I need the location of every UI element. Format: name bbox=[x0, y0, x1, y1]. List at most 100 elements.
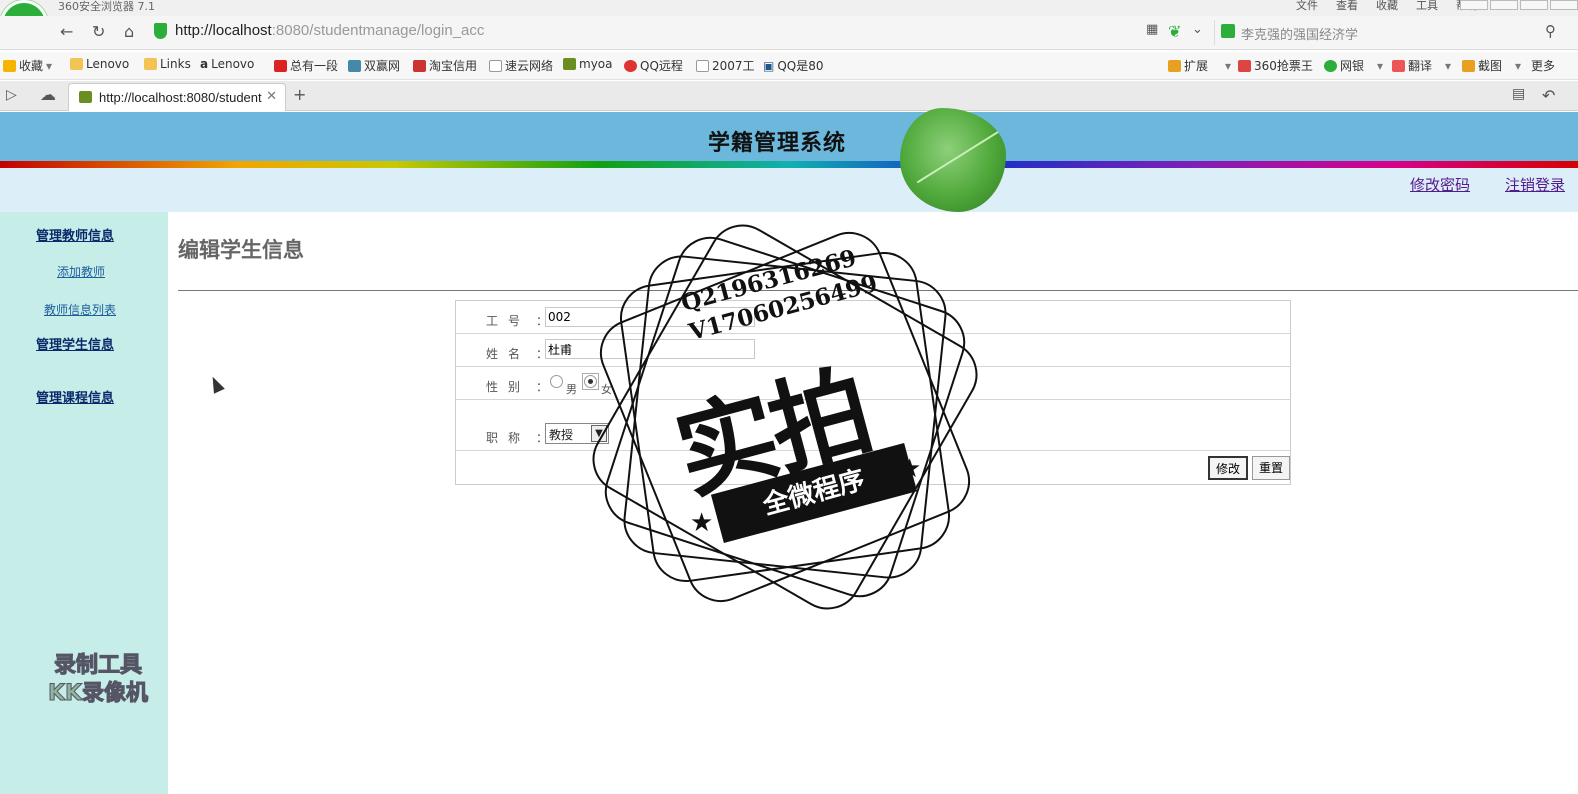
maximize-button[interactable] bbox=[1520, 0, 1548, 10]
bookmark-myoa[interactable]: myoa bbox=[563, 57, 613, 71]
bookmark-favorites[interactable]: 收藏 ▾ bbox=[3, 57, 52, 74]
minimize-button[interactable] bbox=[1490, 0, 1518, 10]
toolbar-extensions[interactable]: 扩展 ▾ bbox=[1168, 57, 1231, 74]
toolbar-label: 网银 bbox=[1340, 59, 1365, 73]
tab-current[interactable]: http://localhost:8080/student ✕ bbox=[68, 83, 286, 111]
gender-female-radio[interactable] bbox=[584, 375, 597, 388]
cloud-icon[interactable]: ☁ bbox=[40, 85, 56, 104]
leaf-decoration bbox=[900, 108, 1006, 212]
tab-bar: ▷ ☁ http://localhost:8080/student ✕ + ▤ … bbox=[0, 81, 1578, 111]
title-select-value: 教授 bbox=[549, 428, 574, 442]
back-arrow-icon[interactable]: ← bbox=[60, 22, 73, 41]
gender-label: 性别 bbox=[486, 380, 531, 394]
browser-title-bar: 360安全浏览器 7.1 文件 查看 收藏 工具 帮助 bbox=[0, 0, 1578, 16]
close-window-button[interactable] bbox=[1550, 0, 1578, 10]
gender-male-radio[interactable] bbox=[550, 375, 563, 388]
menu-view[interactable]: 查看 bbox=[1336, 0, 1358, 13]
navigation-bar: ← ↻ ⌂ http://localhost:8080/studentmanag… bbox=[0, 16, 1578, 50]
tab-label: http://localhost:8080/student bbox=[99, 90, 262, 105]
toolbar-translate[interactable]: 翻译 ▾ bbox=[1392, 57, 1451, 74]
sidebar-toggle-icon[interactable]: ▷ bbox=[6, 87, 17, 103]
image-icon bbox=[563, 58, 576, 70]
refresh-icon[interactable]: ↻ bbox=[92, 22, 105, 41]
chevron-down-icon[interactable]: ⌄ bbox=[1192, 22, 1203, 37]
qr-code-icon[interactable]: ▦ bbox=[1146, 22, 1158, 37]
undo-close-icon[interactable]: ↶ bbox=[1542, 86, 1555, 105]
bookmark-label: 总有一段 bbox=[290, 59, 339, 73]
toolbar-more[interactable]: 更多 bbox=[1531, 57, 1555, 74]
bookmark-lenovo-folder[interactable]: Lenovo bbox=[70, 57, 129, 71]
bookmark-label: myoa bbox=[579, 57, 613, 71]
bookmark-label: 双赢网 bbox=[364, 59, 401, 73]
home-icon[interactable]: ⌂ bbox=[124, 22, 134, 41]
sidebar-teacher-list[interactable]: 教师信息列表 bbox=[44, 301, 116, 318]
window-menu: 文件 查看 收藏 工具 帮助 bbox=[1296, 0, 1478, 13]
change-password-link[interactable]: 修改密码 bbox=[1410, 174, 1470, 195]
bookmark-lenovo[interactable]: a Lenovo bbox=[200, 57, 254, 71]
tab-list-icon[interactable]: ▤ bbox=[1512, 86, 1525, 102]
folder-icon bbox=[144, 58, 157, 70]
sidebar-manage-course[interactable]: 管理课程信息 bbox=[36, 387, 114, 406]
toolbar-bank[interactable]: 网银 ▾ bbox=[1324, 57, 1383, 74]
bookmark-label: QQ远程 bbox=[640, 59, 683, 73]
search-engine-icon[interactable] bbox=[1221, 24, 1235, 38]
chevron-down-icon: ▾ bbox=[1225, 58, 1232, 73]
sidebar-add-teacher[interactable]: 添加教师 bbox=[57, 263, 105, 280]
search-input[interactable]: 李克强的强国经济学 bbox=[1241, 24, 1358, 43]
bookmark-label: 速云网络 bbox=[505, 59, 554, 73]
id-label: 工号 bbox=[486, 314, 531, 328]
toolbar-label: 扩展 bbox=[1184, 59, 1209, 73]
recorder-line-2: KK录像机 bbox=[47, 681, 149, 707]
bookmark-2007[interactable]: 2007工 bbox=[696, 57, 755, 74]
folder-icon bbox=[70, 58, 83, 70]
url-host: http://localhost bbox=[175, 22, 272, 39]
bookmark-qq80[interactable]: ▣ QQ是80 bbox=[763, 57, 824, 74]
toolbar-ticket[interactable]: 360抢票王 bbox=[1238, 57, 1313, 74]
search-box[interactable]: 李克强的强国经济学 ⚲ bbox=[1214, 20, 1564, 45]
menu-tools[interactable]: 工具 bbox=[1416, 0, 1438, 13]
gender-male-label: 男 bbox=[566, 383, 577, 396]
star-icon: ★ bbox=[690, 508, 714, 538]
close-tab-icon[interactable]: ✕ bbox=[266, 89, 277, 104]
bookmark-label: Lenovo bbox=[86, 57, 130, 71]
yen-icon bbox=[1324, 59, 1337, 72]
toolbar-label: 更多 bbox=[1531, 59, 1556, 73]
bookmark-label: Links bbox=[160, 57, 191, 71]
search-icon[interactable]: ⚲ bbox=[1545, 22, 1556, 40]
bookmark-label: Lenovo bbox=[211, 57, 255, 71]
name-label: 姓名 bbox=[486, 347, 531, 361]
bank-icon: ▣ bbox=[763, 58, 775, 73]
bookmark-taobao[interactable]: 淘宝信用 bbox=[413, 57, 477, 74]
bookmark-links[interactable]: Links bbox=[144, 57, 191, 71]
window-controls bbox=[1458, 0, 1578, 10]
reset-button[interactable]: 重置 bbox=[1252, 456, 1290, 480]
bookmarks-bar: 收藏 ▾ Lenovo Links a Lenovo 总有一段 双赢网 淘宝信用 速… bbox=[0, 52, 1578, 80]
extensions-icon bbox=[1168, 59, 1181, 72]
sidebar-manage-student[interactable]: 管理学生信息 bbox=[36, 334, 114, 353]
scissors-icon bbox=[1462, 59, 1475, 72]
toutiao-icon bbox=[274, 59, 287, 72]
bookmark-suyun[interactable]: 速云网络 bbox=[489, 57, 553, 74]
bookmark-zongyouyiduan[interactable]: 总有一段 bbox=[274, 57, 338, 74]
menu-favorites[interactable]: 收藏 bbox=[1376, 0, 1398, 13]
address-bar[interactable]: http://localhost:8080/studentmanage/logi… bbox=[175, 22, 484, 39]
new-tab-icon[interactable]: + bbox=[293, 85, 306, 104]
colon: ： bbox=[536, 380, 549, 394]
security-shield-icon[interactable] bbox=[154, 23, 167, 39]
stamp-overlay: Q2196316269 V17060256499 实拍 全微程序 ★ ★ bbox=[580, 212, 990, 622]
menu-file[interactable]: 文件 bbox=[1296, 0, 1318, 13]
bookmark-shuangying[interactable]: 双赢网 bbox=[348, 57, 400, 74]
logout-link[interactable]: 注销登录 bbox=[1505, 174, 1565, 195]
header-subbar bbox=[0, 168, 1578, 212]
bookmark-qq-remote[interactable]: QQ远程 bbox=[624, 57, 683, 74]
skin-button[interactable] bbox=[1460, 0, 1488, 10]
mouse-cursor bbox=[207, 374, 225, 394]
leaf-mode-icon[interactable]: ❦ bbox=[1168, 22, 1181, 41]
ticket-icon bbox=[1238, 59, 1251, 72]
qq-icon bbox=[624, 59, 637, 72]
browser-name: 360安全浏览器 7.1 bbox=[58, 0, 155, 13]
toolbar-label: 截图 bbox=[1478, 59, 1503, 73]
submit-button[interactable]: 修改 bbox=[1208, 456, 1248, 480]
sidebar-manage-teacher[interactable]: 管理教师信息 bbox=[36, 225, 114, 244]
toolbar-screenshot[interactable]: 截图 ▾ bbox=[1462, 57, 1521, 74]
